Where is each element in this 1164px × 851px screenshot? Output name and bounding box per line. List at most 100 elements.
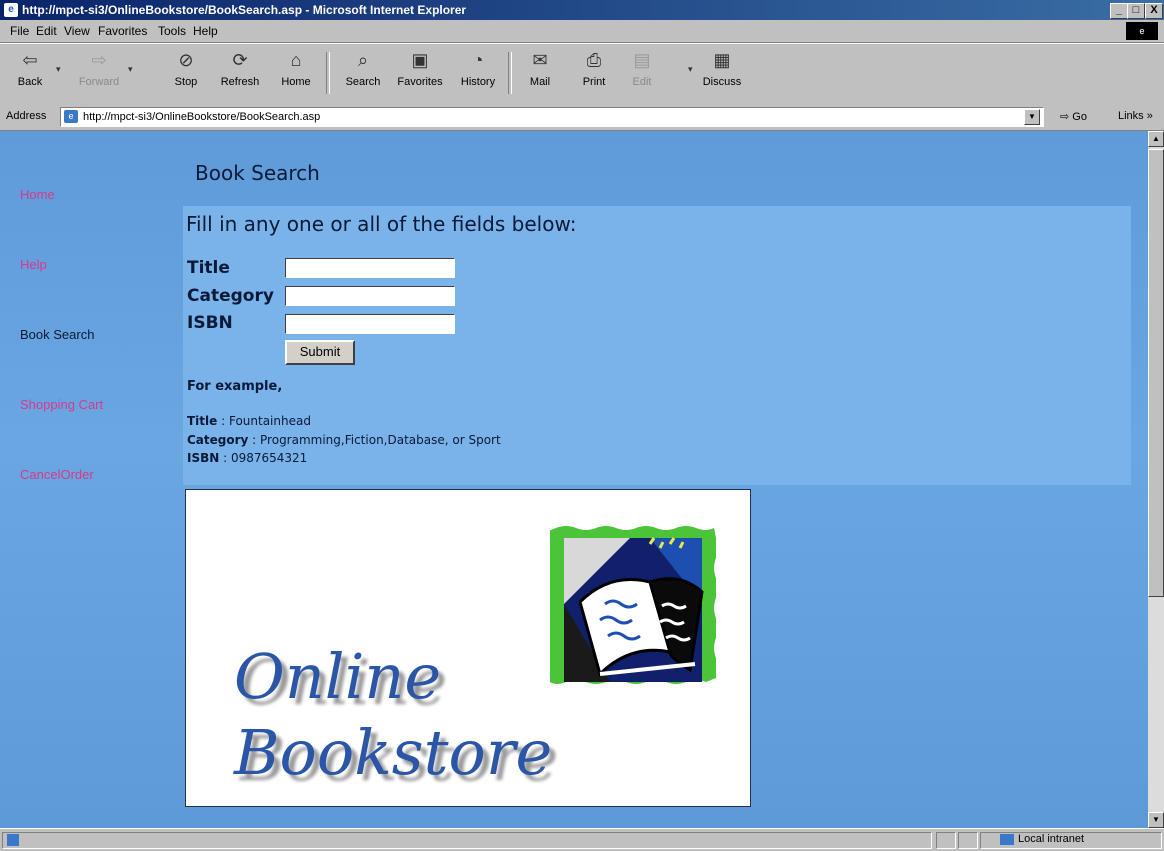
- home-label: Home: [281, 76, 311, 88]
- edit-button[interactable]: ▤ Edit: [624, 48, 660, 88]
- vertical-scrollbar[interactable]: ▲ ▼: [1148, 131, 1164, 828]
- discuss-label: Discuss: [702, 76, 742, 88]
- security-zone: Local intranet: [1000, 833, 1084, 845]
- stop-label: Stop: [174, 76, 198, 88]
- go-label: Go: [1072, 111, 1087, 123]
- scroll-up-icon[interactable]: ▲: [1148, 131, 1164, 147]
- forward-button[interactable]: ⇨ Forward: [74, 48, 124, 88]
- history-button[interactable]: ◔ History: [456, 48, 500, 88]
- search-form: Fill in any one or all of the fields bel…: [183, 206, 1131, 485]
- page-status-icon: [7, 834, 19, 846]
- scroll-down-icon[interactable]: ▼: [1148, 812, 1164, 828]
- stop-icon: ⊘: [178, 50, 194, 70]
- back-button[interactable]: ⇦ Back: [12, 48, 48, 88]
- menu-tools[interactable]: Tools: [158, 24, 186, 38]
- security-zone-label: Local intranet: [1018, 833, 1085, 845]
- address-input[interactable]: e http://mpct-si3/OnlineBookstore/BookSe…: [60, 107, 1044, 127]
- toolbar: ⇦ Back ▾ ⇨ Forward ▾ ⊘ Stop ⟳ Refresh ⌂ …: [0, 43, 1164, 105]
- home-icon: ⌂: [290, 50, 302, 70]
- home-button[interactable]: ⌂ Home: [276, 48, 316, 88]
- menu-help[interactable]: Help: [193, 24, 218, 38]
- toolbar-divider: [326, 52, 330, 94]
- favorites-button[interactable]: ▣ Favorites: [392, 48, 448, 88]
- back-dropdown-icon[interactable]: ▾: [56, 64, 61, 75]
- page-title: Book Search: [195, 161, 320, 185]
- status-panel: [958, 832, 978, 849]
- favorites-folder-icon: ▣: [411, 50, 429, 70]
- example-category-key: Category: [187, 433, 249, 447]
- address-label: Address: [6, 110, 47, 122]
- back-label: Back: [17, 76, 43, 88]
- edit-dropdown-icon[interactable]: ▾: [688, 64, 693, 75]
- discuss-icon: ▦: [713, 50, 731, 70]
- address-url[interactable]: http://mpct-si3/OnlineBookstore/BookSear…: [83, 111, 320, 123]
- title-label: Title: [187, 258, 230, 278]
- go-button[interactable]: ⇨ Go: [1060, 110, 1087, 123]
- stop-button[interactable]: ⊘ Stop: [168, 48, 204, 88]
- edit-page-icon: ▤: [633, 50, 651, 70]
- forward-dropdown-icon[interactable]: ▾: [128, 64, 133, 75]
- bookstore-banner-image: Online Bookstore: [185, 489, 751, 807]
- sidebar-item-home[interactable]: Home: [20, 187, 55, 202]
- search-icon: ⌕: [357, 50, 369, 70]
- close-button[interactable]: X: [1145, 3, 1163, 19]
- refresh-label: Refresh: [220, 76, 260, 88]
- intranet-icon: [1000, 833, 1014, 845]
- discuss-button[interactable]: ▦ Discuss: [698, 48, 746, 88]
- example-isbn-value: : 0987654321: [219, 451, 308, 465]
- refresh-button[interactable]: ⟳ Refresh: [216, 48, 264, 88]
- example-category: Category : Programming,Fiction,Database,…: [187, 433, 501, 447]
- status-panel: [936, 832, 956, 849]
- example-title-value: : Fountainhead: [217, 414, 311, 428]
- example-isbn-key: ISBN: [187, 451, 220, 465]
- history-label: History: [460, 76, 496, 88]
- forward-label: Forward: [78, 76, 120, 88]
- print-label: Print: [582, 76, 606, 88]
- example-title-key: Title: [187, 414, 218, 428]
- search-label: Search: [345, 76, 381, 88]
- ie-icon: e: [4, 3, 18, 17]
- search-button[interactable]: ⌕ Search: [340, 48, 386, 88]
- maximize-button[interactable]: □: [1127, 3, 1145, 19]
- submit-button[interactable]: Submit: [285, 340, 355, 365]
- mail-label: Mail: [529, 76, 551, 88]
- menu-file[interactable]: File: [10, 24, 29, 38]
- print-button[interactable]: ⎙ Print: [576, 48, 612, 88]
- mail-button[interactable]: ✉ Mail: [522, 48, 558, 88]
- refresh-icon: ⟳: [232, 50, 248, 70]
- toolbar-divider: [508, 52, 512, 94]
- page-icon: e: [64, 110, 78, 123]
- mail-icon: ✉: [532, 50, 548, 70]
- sidebar-item-cancel-order[interactable]: CancelOrder: [20, 467, 94, 482]
- scrollbar-thumb[interactable]: [1148, 149, 1164, 597]
- isbn-input[interactable]: [285, 314, 455, 334]
- go-arrow-icon: ⇨: [1060, 111, 1070, 123]
- address-dropdown-icon[interactable]: ▼: [1024, 109, 1040, 125]
- history-icon: ◔: [472, 50, 484, 70]
- form-heading: Fill in any one or all of the fields bel…: [186, 212, 577, 236]
- edit-label: Edit: [632, 76, 652, 88]
- example-category-value: : Programming,Fiction,Database, or Sport: [248, 433, 501, 447]
- menu-view[interactable]: View: [64, 24, 90, 38]
- banner-text-bookstore: Bookstore: [234, 716, 553, 789]
- open-book-logo-icon: [550, 526, 716, 684]
- banner-text-online: Online: [234, 640, 442, 713]
- example-isbn: ISBN : 0987654321: [187, 451, 307, 465]
- isbn-label: ISBN: [187, 313, 233, 333]
- menu-bar: File Edit View Favorites Tools Help e: [0, 20, 1164, 43]
- title-input[interactable]: [285, 258, 455, 278]
- category-input[interactable]: [285, 286, 455, 306]
- back-arrow-icon: ⇦: [22, 50, 38, 70]
- address-bar: Address e http://mpct-si3/OnlineBookstor…: [0, 104, 1164, 131]
- minimize-button[interactable]: _: [1110, 3, 1128, 19]
- links-button[interactable]: Links »: [1118, 110, 1153, 122]
- ie-throbber-icon: e: [1126, 22, 1158, 40]
- sidebar-item-shopping-cart[interactable]: Shopping Cart: [20, 397, 103, 412]
- status-bar: Local intranet: [0, 828, 1164, 851]
- printer-icon: ⎙: [586, 50, 602, 70]
- sidebar-item-book-search: Book Search: [20, 327, 95, 342]
- window-title-bar: e http://mpct-si3/OnlineBookstore/BookSe…: [0, 0, 1164, 20]
- sidebar-item-help[interactable]: Help: [20, 257, 47, 272]
- menu-favorites[interactable]: Favorites: [98, 24, 147, 38]
- menu-edit[interactable]: Edit: [36, 24, 57, 38]
